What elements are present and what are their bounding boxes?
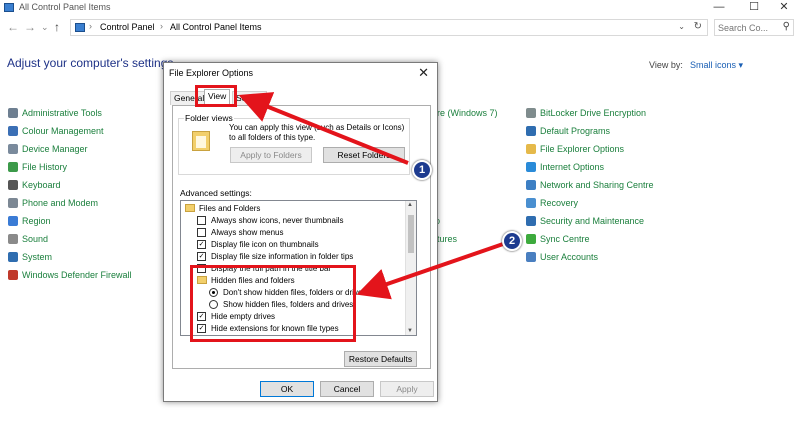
forward-arrow-icon[interactable]: → bbox=[24, 20, 36, 34]
scroll-thumb[interactable] bbox=[408, 215, 414, 253]
breadcrumb-separator: › bbox=[89, 21, 92, 31]
checkbox[interactable] bbox=[197, 216, 206, 225]
system-icon bbox=[8, 252, 18, 262]
minimize-button[interactable]: — bbox=[703, 0, 735, 16]
view-by-label: View by: bbox=[649, 60, 683, 70]
apply-to-folders-button[interactable]: Apply to Folders bbox=[230, 147, 312, 163]
recent-locations-icon[interactable]: ⌄ bbox=[41, 20, 49, 34]
cancel-button[interactable]: Cancel bbox=[320, 381, 374, 397]
flag-icon bbox=[526, 216, 536, 226]
close-window-button[interactable]: ✕ bbox=[768, 0, 800, 16]
region-icon bbox=[8, 216, 18, 226]
recovery-icon bbox=[526, 198, 536, 208]
checkbox[interactable] bbox=[197, 228, 206, 237]
folder-icon bbox=[192, 131, 210, 151]
checkbox[interactable]: ✓ bbox=[197, 240, 206, 249]
folder-options-icon bbox=[526, 144, 536, 154]
folder-views-title: Folder views bbox=[184, 113, 234, 123]
dialog-close-button[interactable]: ✕ bbox=[418, 65, 429, 81]
apply-button[interactable]: Apply bbox=[380, 381, 434, 397]
scroll-down-icon[interactable]: ▼ bbox=[407, 328, 413, 334]
maximize-button[interactable]: ☐ bbox=[738, 0, 770, 16]
dialog-title: File Explorer Options bbox=[169, 68, 254, 78]
scroll-up-icon[interactable]: ▲ bbox=[407, 202, 413, 208]
folder-icon bbox=[185, 204, 195, 212]
window-titlebar: All Control Panel Items — ☐ ✕ bbox=[0, 0, 800, 16]
network-icon bbox=[526, 180, 536, 190]
highlight-view-tab bbox=[195, 85, 237, 107]
internet-options-icon bbox=[526, 162, 536, 172]
search-box[interactable]: ⚲ bbox=[714, 19, 794, 36]
tab-search[interactable]: Search bbox=[232, 91, 267, 105]
colour-management-icon bbox=[8, 126, 18, 136]
bitlocker-icon bbox=[526, 108, 536, 118]
tree-item-label: Always show menus bbox=[211, 228, 284, 237]
chevron-down-icon[interactable]: ⌄ bbox=[678, 22, 685, 31]
keyboard-icon bbox=[8, 180, 18, 190]
back-arrow-icon[interactable]: ← bbox=[7, 20, 19, 34]
address-field[interactable]: › Control Panel › All Control Panel Item… bbox=[70, 19, 708, 36]
view-by-dropdown[interactable]: Small icons ▾ bbox=[690, 60, 743, 71]
advanced-settings-label: Advanced settings: bbox=[180, 188, 252, 198]
breadcrumb-control-panel[interactable]: Control Panel bbox=[100, 22, 155, 32]
firewall-icon bbox=[8, 270, 18, 280]
device-manager-icon bbox=[8, 144, 18, 154]
search-icon[interactable]: ⚲ bbox=[783, 21, 790, 32]
tree-item-label: Display file icon on thumbnails bbox=[211, 240, 319, 249]
search-input[interactable] bbox=[718, 22, 778, 34]
default-programs-icon bbox=[526, 126, 536, 136]
tree-scrollbar[interactable]: ▲ ▼ bbox=[405, 201, 416, 335]
step-badge-2: 2 bbox=[502, 231, 522, 251]
highlight-hidden-files bbox=[190, 265, 356, 342]
tree-item-label: Files and Folders bbox=[199, 204, 261, 213]
administrative-tools-icon bbox=[8, 108, 18, 118]
file-explorer-options-dialog: File Explorer Options ✕ General View Sea… bbox=[163, 62, 438, 402]
page-title: Adjust your computer's settings bbox=[7, 56, 174, 70]
control-panel-icon bbox=[4, 3, 14, 12]
breadcrumb-separator: › bbox=[160, 21, 163, 31]
file-history-icon bbox=[8, 162, 18, 172]
ok-button[interactable]: OK bbox=[260, 381, 314, 397]
refresh-icon[interactable]: ↻ bbox=[694, 21, 702, 32]
tree-item-label: Display file size information in folder … bbox=[211, 252, 354, 261]
folder-views-description: You can apply this view (such as Details… bbox=[229, 123, 405, 142]
tree-item-label: Always show icons, never thumbnails bbox=[211, 216, 344, 225]
up-arrow-icon[interactable]: ↑ bbox=[54, 20, 60, 34]
user-accounts-icon bbox=[526, 252, 536, 262]
control-panel-icon bbox=[75, 23, 85, 32]
breadcrumb-all-items[interactable]: All Control Panel Items bbox=[170, 22, 262, 32]
reset-folders-button[interactable]: Reset Folders bbox=[323, 147, 405, 163]
sound-icon bbox=[8, 234, 18, 244]
sync-icon bbox=[526, 234, 536, 244]
phone-modem-icon bbox=[8, 198, 18, 208]
checkbox[interactable]: ✓ bbox=[197, 252, 206, 261]
restore-defaults-button[interactable]: Restore Defaults bbox=[344, 351, 417, 367]
address-bar: ← → ⌄ ↑ › Control Panel › All Control Pa… bbox=[0, 18, 800, 38]
window-title: All Control Panel Items bbox=[19, 2, 111, 12]
step-badge-1: 1 bbox=[412, 160, 432, 180]
